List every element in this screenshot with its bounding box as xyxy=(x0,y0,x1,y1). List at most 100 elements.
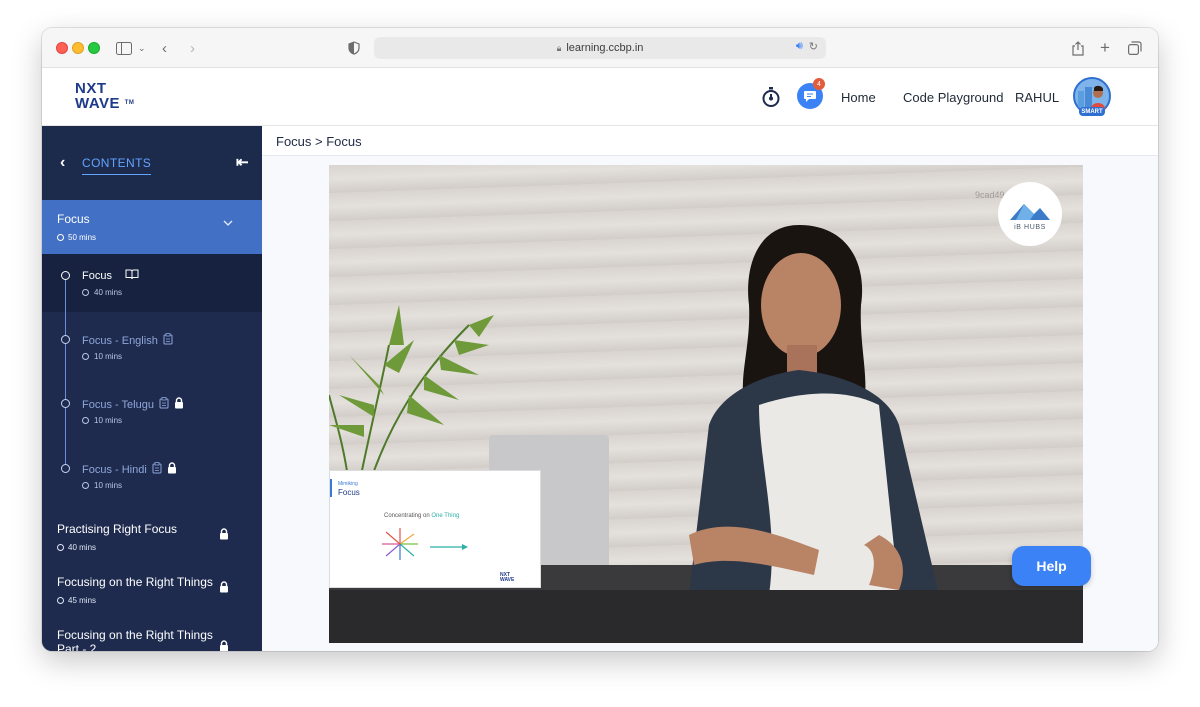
video-watermark: 9cad49 xyxy=(975,190,1005,200)
quiz-icon xyxy=(163,333,173,348)
ibhubs-text: iB HUBS xyxy=(1014,223,1046,231)
arrow-graphic xyxy=(430,544,468,550)
sub-item-duration: 10 mins xyxy=(82,352,122,361)
module-duration: 45 mins xyxy=(57,596,96,605)
browser-window: ⌄ ‹ › 🔒︎ learning.ccbp.in 🔊︎ ↻ + NXT WAV… xyxy=(42,28,1158,651)
sub-item-active-bg xyxy=(42,254,262,312)
chevron-down-icon[interactable] xyxy=(223,218,233,229)
module-focus[interactable]: Focus 50 mins xyxy=(42,200,262,254)
module-title: Focus xyxy=(57,212,90,226)
notification-badge: 4 xyxy=(813,78,825,90)
back-arrow-icon[interactable]: ‹ xyxy=(60,154,65,172)
module-practising-right-focus[interactable]: Practising Right Focus 40 mins xyxy=(42,512,262,565)
sidebar-toggle-icon[interactable] xyxy=(116,38,132,58)
reload-icon[interactable]: ↻ xyxy=(809,40,818,53)
minimize-window-button[interactable] xyxy=(72,42,84,54)
stopwatch-icon[interactable] xyxy=(761,86,781,108)
sub-item-duration: 10 mins xyxy=(82,416,122,425)
sub-item-row: Focus - Hindi xyxy=(82,462,177,477)
address-bar[interactable]: 🔒︎ learning.ccbp.in 🔊︎ ↻ xyxy=(374,37,826,59)
sub-item-title: Focus - English xyxy=(82,334,158,347)
sub-item-duration: 40 mins xyxy=(82,288,122,297)
nav-home-link[interactable]: Home xyxy=(841,90,876,105)
book-icon xyxy=(125,269,139,283)
forward-icon[interactable]: › xyxy=(190,38,195,58)
sub-item-mins: 10 mins xyxy=(94,416,123,425)
video-controls-area[interactable] xyxy=(329,590,1083,643)
progress-dot xyxy=(61,335,70,344)
slide-text-prefix: Concentrating on xyxy=(384,513,430,519)
avatar[interactable]: SMART xyxy=(1070,77,1114,117)
logo-line1: NXT xyxy=(75,80,107,97)
slide-text-highlight: One Thing xyxy=(431,513,460,519)
sub-item-title: Focus - Hindi xyxy=(82,463,147,476)
sub-item-mins: 10 mins xyxy=(94,352,123,361)
chevron-down-icon[interactable]: ⌄ xyxy=(138,38,146,58)
module-title: Focusing on the Right Things xyxy=(57,575,213,589)
privacy-shield-icon[interactable] xyxy=(348,38,360,58)
contents-sidebar: ‹ CONTENTS ⇤ Focus 50 mins Focus 40 mins… xyxy=(42,126,262,651)
avatar-badge: SMART xyxy=(1079,107,1105,116)
quiz-icon xyxy=(159,397,169,412)
speaker-icon[interactable]: 🔊︎ xyxy=(796,40,803,53)
video-frame: 9cad49 iB HUBS Mimiking Focus Concentrat… xyxy=(329,165,1083,595)
lock-icon xyxy=(219,640,229,651)
logo-tm: TM xyxy=(124,100,135,106)
contents-tab[interactable]: CONTENTS xyxy=(82,156,152,175)
progress-line xyxy=(65,278,66,470)
contents-header: ‹ CONTENTS ⇤ xyxy=(42,126,262,200)
module-focusing-right-things-part-2[interactable]: Focusing on the Right Things Part - 2 xyxy=(42,618,262,651)
clock-icon xyxy=(82,417,89,424)
share-icon[interactable] xyxy=(1072,38,1084,58)
clock-icon xyxy=(82,482,89,489)
help-button[interactable]: Help xyxy=(1012,546,1091,586)
slide-title: Focus xyxy=(338,488,360,497)
sub-item-mins: 10 mins xyxy=(94,481,123,490)
sub-item-title: Focus xyxy=(82,270,112,282)
video-player[interactable]: 9cad49 iB HUBS Mimiking Focus Concentrat… xyxy=(329,165,1083,643)
nav-code-playground-link[interactable]: Code Playground xyxy=(903,90,1003,105)
slide-logo: NXT WAVE xyxy=(500,573,514,583)
lock-icon xyxy=(174,397,184,412)
progress-dot xyxy=(61,464,70,473)
module-focusing-right-things[interactable]: Focusing on the Right Things 45 mins xyxy=(42,565,262,618)
app-header: NXT WAVE TM 4 Home Code Playground RAHUL… xyxy=(42,68,1158,126)
breadcrumb[interactable]: Focus > Focus xyxy=(276,134,362,149)
lock-icon xyxy=(219,528,229,543)
progress-dot xyxy=(61,271,70,280)
clock-icon xyxy=(57,234,64,241)
module-duration: 40 mins xyxy=(57,543,96,552)
module-duration: 50 mins xyxy=(57,233,96,242)
clock-icon xyxy=(82,289,89,296)
sub-item-title: Focus - Telugu xyxy=(82,398,154,411)
mountain-icon xyxy=(1010,203,1050,220)
module-mins: 45 mins xyxy=(68,596,97,605)
module-mins: 40 mins xyxy=(68,543,97,552)
url-text: learning.ccbp.in xyxy=(566,42,644,54)
logo-line2: WAVE xyxy=(75,95,121,112)
sub-item-duration: 10 mins xyxy=(82,481,122,490)
clock-icon xyxy=(57,544,64,551)
module-title: Focusing on the Right Things Part - 2 xyxy=(57,628,213,651)
presentation-slide: Mimiking Focus Concentrating on One Thin… xyxy=(329,470,541,588)
slide-kicker: Mimiking xyxy=(338,481,358,487)
sub-item-row: Focus - Telugu xyxy=(82,397,184,412)
zoom-window-button[interactable] xyxy=(88,42,100,54)
nxtwave-logo[interactable]: NXT WAVE TM xyxy=(75,81,135,113)
progress-dot xyxy=(61,399,70,408)
user-name[interactable]: RAHUL xyxy=(1015,90,1059,105)
sub-item-row: Focus xyxy=(82,269,139,283)
slide-accent-bar xyxy=(330,479,332,497)
new-tab-icon[interactable]: + xyxy=(1100,38,1110,58)
ibhubs-logo: iB HUBS xyxy=(998,182,1062,246)
close-window-button[interactable] xyxy=(56,42,68,54)
lock-icon xyxy=(167,462,177,477)
back-icon[interactable]: ‹ xyxy=(162,38,167,58)
breadcrumb-bar: Focus > Focus xyxy=(262,126,1158,156)
lock-icon: 🔒︎ xyxy=(556,42,562,53)
tab-overview-icon[interactable] xyxy=(1128,38,1142,58)
slide-text: Concentrating on One Thing xyxy=(384,513,459,519)
collapse-sidebar-icon[interactable]: ⇤ xyxy=(236,153,249,171)
plant-illustration xyxy=(329,305,494,485)
module-title: Practising Right Focus xyxy=(57,522,178,536)
